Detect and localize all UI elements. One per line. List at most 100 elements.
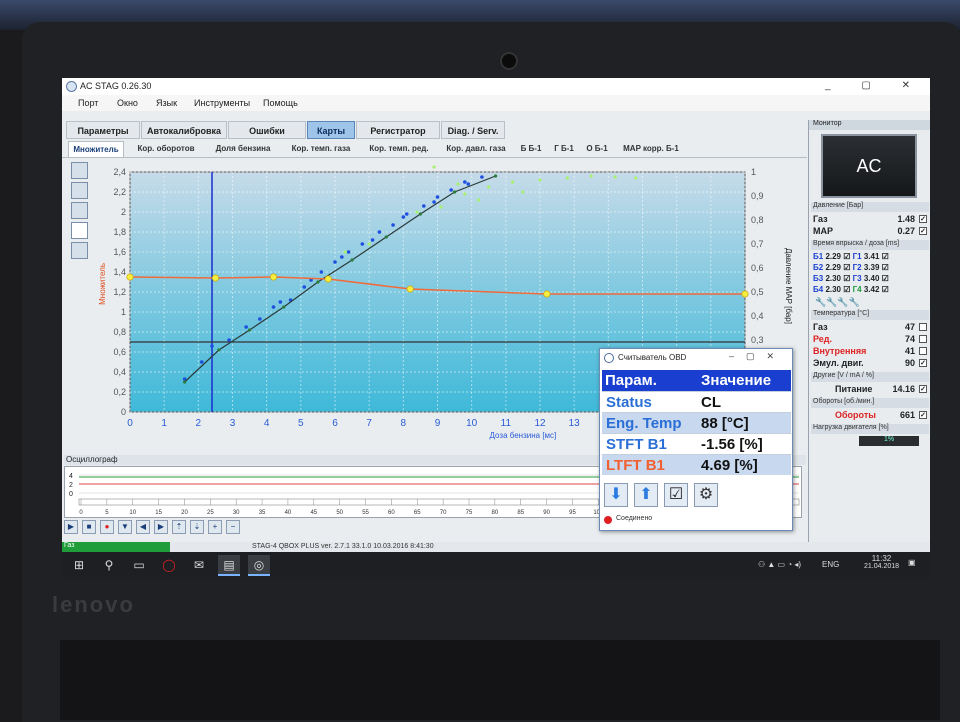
y-tick-label-right: 0,8 [751,215,764,225]
data-point-petrol [367,242,371,246]
subtab-g-b1[interactable]: Г Б-1 [550,141,578,157]
x-tick-label: 1 [161,418,167,429]
zoom-in-icon[interactable]: + [208,520,222,534]
other-section-title: Другие [V / mA / %] [811,372,929,382]
tray-icons[interactable]: ⚇ ▲ ▭ ◔ ◂) [758,560,801,569]
table-row[interactable]: LTFT B1 4.69 [%] [602,454,791,475]
y-tick-label-left: 2,2 [113,187,126,197]
back-button[interactable]: ◀ [136,520,150,534]
subtab-multiplier[interactable]: Множитель [68,141,124,157]
osc-x-tick: 15 [155,510,162,516]
table-row[interactable]: Eng. Temp 88 [°C] [602,412,791,433]
tab-autocalibration[interactable]: Автокалибровка [141,121,227,139]
cursor-button[interactable]: ⇣ [190,520,204,534]
marker-button[interactable]: ⇡ [172,520,186,534]
app-titlebar: AC STAG 0.26.30 _ ▢ ✕ [62,78,930,95]
menu-language[interactable]: Язык [156,98,177,108]
osc-y-tick: 0 [69,491,73,498]
tab-diag-serv[interactable]: Diag. / Serv. [441,121,505,139]
subtab-gas-temp-corr[interactable]: Кор. темп. газа [283,141,359,157]
pressure-gas-label: Газ [813,214,828,224]
subtab-gas-press-corr[interactable]: Кор. давл. газа [439,141,513,157]
data-point-gas [258,317,262,321]
tool-rect-icon[interactable] [71,222,88,239]
data-point-gas [401,215,406,219]
window-controls[interactable]: _ ▢ ✕ [825,80,924,91]
arrow-down-icon[interactable]: ⬇ [604,483,628,507]
rpm-section-title: Обороты [об./мин.] [811,398,929,408]
menu-tools[interactable]: Инструменты [194,98,250,108]
settings-icon[interactable]: ⚙ [694,483,718,507]
tab-recorder[interactable]: Регистратор [356,121,440,139]
subtab-rpm-corr[interactable]: Кор. оборотов [128,141,204,157]
data-point-petrol [538,178,542,182]
arrow-up-icon[interactable]: ⬆ [634,483,658,507]
y-tick-label-right: 0,3 [751,335,764,345]
data-point-gas [199,360,204,364]
clock-date: 21.04.2018 [864,563,900,570]
play-button[interactable]: ▶ [64,520,78,534]
y-tick-label-right: 0,9 [751,191,764,201]
zoom-out-icon[interactable]: − [226,520,240,534]
subtab-petrol-share[interactable]: Доля бензина [207,141,279,157]
tool-cross-icon[interactable] [71,182,88,199]
screen: AC STAG 0.26.30 _ ▢ ✕ Порт Окно Язык Инс… [62,78,930,579]
data-point-gas [432,200,436,204]
pressure-map-checkbox[interactable]: ✓ [919,227,927,235]
y-tick-label-right: 0,4 [751,311,764,321]
clock[interactable]: 11:32 21.04.2018 [864,554,899,570]
search-icon[interactable]: ⚲ [98,555,120,576]
table-row[interactable]: STFT B1 -1.56 [%] [602,433,791,454]
ac-stag-taskbar-icon[interactable]: ◎ [248,555,270,576]
obd-reader-window[interactable]: Считыватель OBD –▢✕ Парам. Значение Stat… [599,348,793,531]
tab-maps[interactable]: Карты [307,121,355,139]
tool-camera-icon[interactable] [71,202,88,219]
x-tick-label: 2 [196,418,202,429]
obd-window-controls[interactable]: –▢✕ [729,351,786,362]
forward-button[interactable]: ▶ [154,520,168,534]
menu-help[interactable]: Помощь [263,98,298,108]
checkbox-icon[interactable]: ☑ [664,483,688,507]
tool-graph-icon[interactable] [71,242,88,259]
windows-taskbar: ⊞ ⚲ ▭ ◯ ✉ ▤ ◎ ⚇ ▲ ▭ ◔ ◂) ENG 11:32 21.04… [62,552,930,579]
mail-icon[interactable]: ✉ [188,555,210,576]
table-row[interactable]: Status CL [602,391,791,412]
tab-errors[interactable]: Ошибки [228,121,306,139]
subtab-o-b1[interactable]: О Б-1 [583,141,611,157]
explorer-icon[interactable]: ▤ [218,555,240,576]
subtab-b-b1[interactable]: Б Б-1 [517,141,545,157]
x-tick-label: 7 [366,418,372,429]
osc-x-tick: 5 [105,510,109,516]
subtab-red-temp-corr[interactable]: Кор. темп. ред. [362,141,436,157]
x-tick-label: 3 [230,418,236,429]
laptop-brand-logo: lenovo [52,592,135,617]
stop-button[interactable]: ■ [82,520,96,534]
download-button[interactable]: ▼ [118,520,132,534]
y-tick-label-right: 1 [751,167,756,177]
menu-window[interactable]: Окно [117,98,138,108]
data-point-gas [340,255,344,259]
tab-parameters[interactable]: Параметры [66,121,140,139]
task-view-icon[interactable]: ▭ [128,555,150,576]
windows-start-icon[interactable]: ⊞ [68,555,90,576]
y-tick-label-left: 1,8 [113,227,126,237]
statusbar: Газ STAG-4 QBOX PLUS ver. 2.7.1 33.1.0 1… [62,542,930,552]
pressure-gas-row: Газ 1.48 ✓ [813,214,927,225]
opera-icon[interactable]: ◯ [158,555,180,576]
data-point-petrol [589,174,593,178]
tool-select-icon[interactable] [71,162,88,179]
x-tick-label: 4 [264,418,270,429]
fit-line-point [350,258,354,262]
record-button[interactable]: ● [100,520,114,534]
data-point-petrol [613,175,617,179]
supply-row: Питание 14.16 ✓ [835,384,927,394]
notifications-icon[interactable]: ▣ [908,558,916,567]
pressure-gas-checkbox[interactable]: ✓ [919,215,927,223]
osc-x-tick: 90 [543,510,550,516]
y-tick-label-left: 1,6 [113,247,126,257]
data-point-gas [227,338,231,342]
subtab-map-corr[interactable]: MAP корр. Б-1 [618,141,684,157]
menu-port[interactable]: Порт [78,98,98,108]
input-language[interactable]: ENG [822,560,839,569]
osc-x-tick: 65 [414,510,421,516]
